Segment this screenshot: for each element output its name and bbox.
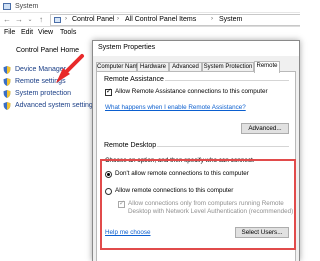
tab-remote[interactable]: Remote (254, 61, 280, 73)
control-panel-home-link[interactable]: Control Panel Home (16, 47, 79, 54)
control-panel-icon (54, 17, 61, 23)
shield-icon (3, 66, 11, 74)
allow-remote-assistance-label[interactable]: Allow Remote Assistance connections to t… (115, 88, 268, 95)
task-label: System protection (15, 90, 72, 97)
chevron-down-icon[interactable]: ⌄ (25, 15, 35, 25)
menu-bar: File Edit View Tools (0, 27, 300, 39)
menu-view[interactable]: View (38, 29, 53, 36)
breadcrumb-system[interactable]: System (219, 16, 242, 23)
title-bar: System (0, 0, 300, 13)
computer-icon (3, 3, 11, 10)
address-bar: ← → ⌄ ↑ › Control Panel › All Control Pa… (0, 13, 300, 27)
task-remote-settings[interactable]: Remote settings (3, 77, 95, 87)
task-label: Remote settings (15, 78, 66, 85)
shield-icon (3, 90, 11, 98)
breadcrumb-all-items[interactable]: All Control Panel Items (125, 16, 196, 23)
task-label: Device Manager (15, 66, 66, 73)
highlight-box-annotation (100, 159, 296, 250)
allow-remote-assistance-checkbox[interactable] (105, 87, 112, 96)
chevron-right-icon[interactable]: › (211, 16, 213, 22)
advanced-button[interactable]: Advanced... (241, 123, 289, 134)
window-title: System (15, 3, 39, 10)
task-advanced-system-settings[interactable]: Advanced system settings (3, 101, 97, 111)
menu-edit[interactable]: Edit (21, 29, 33, 36)
menu-file[interactable]: File (4, 29, 15, 36)
left-pane: Control Panel Home Device Manager Remote… (0, 39, 97, 261)
menu-tools[interactable]: Tools (60, 29, 76, 36)
remote-assistance-help-link[interactable]: What happens when I enable Remote Assist… (105, 104, 246, 111)
task-label: Advanced system settings (15, 102, 97, 109)
task-system-protection[interactable]: System protection (3, 89, 95, 99)
task-device-manager[interactable]: Device Manager (3, 65, 95, 75)
dialog-title: System Properties (98, 44, 156, 51)
breadcrumb-control-panel[interactable]: Control Panel (72, 16, 114, 23)
chevron-right-icon[interactable]: › (117, 16, 119, 22)
forward-arrow-icon[interactable]: → (14, 15, 24, 25)
remote-desktop-group-label: Remote Desktop (103, 142, 158, 149)
address-field[interactable]: › Control Panel › All Control Panel Item… (50, 14, 300, 26)
chevron-right-icon[interactable]: › (65, 16, 67, 22)
remote-assistance-group-label: Remote Assistance (103, 76, 165, 83)
shield-icon (3, 102, 11, 110)
back-arrow-icon[interactable]: ← (2, 15, 12, 25)
shield-icon (3, 78, 11, 86)
up-arrow-icon[interactable]: ↑ (36, 15, 46, 25)
